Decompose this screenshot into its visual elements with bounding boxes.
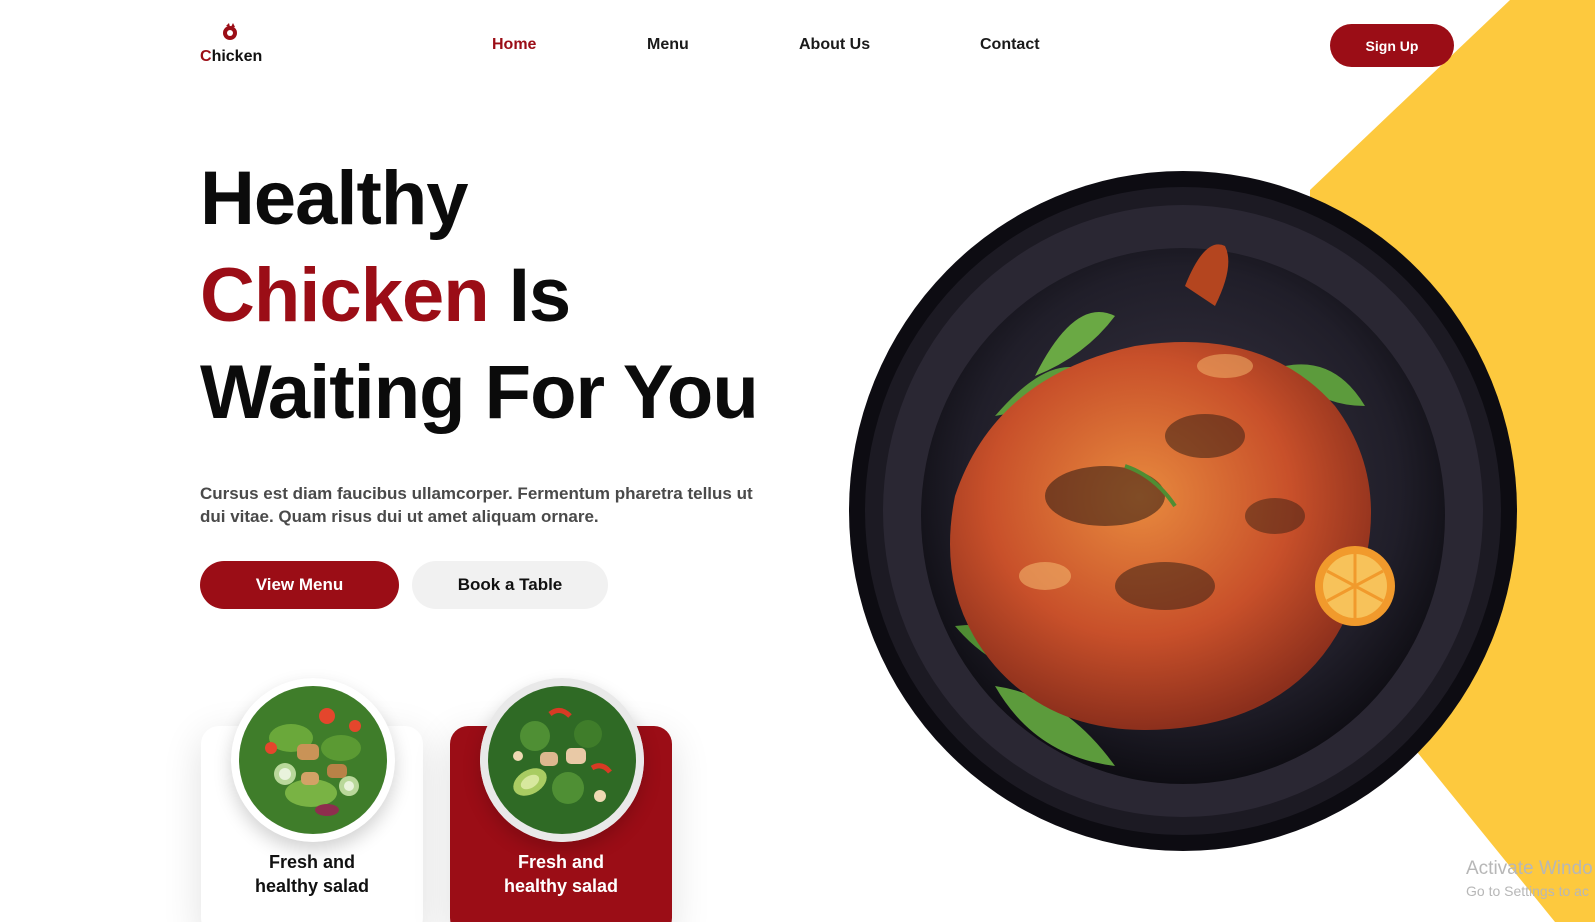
dish-card[interactable]: Fresh and healthy salad — [201, 678, 423, 922]
salad-image — [231, 678, 395, 842]
hero-title: Healthy Chicken Is Waiting For You — [200, 150, 800, 441]
roast-chicken-plate-image — [849, 171, 1517, 851]
card-title: Fresh and healthy salad — [450, 850, 672, 898]
nav-about-us[interactable]: About Us — [799, 36, 870, 54]
card-title-line2: healthy salad — [254, 876, 370, 896]
hero-title-line3: Waiting For You — [200, 350, 759, 435]
hero-heading-block: Healthy Chicken Is Waiting For You — [200, 150, 800, 441]
hero-title-line2-rest: Is — [488, 253, 571, 338]
watermark-line2: Go to Settings to ac — [1466, 883, 1589, 899]
hero-description: Cursus est diam faucibus ullamcorper. Fe… — [200, 484, 753, 526]
nav-contact[interactable]: Contact — [980, 36, 1040, 54]
windows-activation-watermark: Activate Windo Go to Settings to ac — [1466, 858, 1593, 899]
hero-title-accent: Chicken — [200, 253, 490, 338]
nav-menu[interactable]: Menu — [647, 36, 689, 54]
card-title: Fresh and healthy salad — [201, 850, 423, 898]
watermark-line1: Activate Windo — [1466, 858, 1593, 879]
sign-up-button[interactable]: Sign Up — [1330, 24, 1454, 67]
dish-card-featured[interactable]: Fresh and healthy salad — [450, 678, 672, 922]
card-title-line2: healthy salad — [503, 876, 619, 896]
card-title-line1: Fresh and — [517, 852, 605, 872]
book-table-button[interactable]: Book a Table — [412, 561, 608, 609]
view-menu-button[interactable]: View Menu — [200, 561, 399, 609]
hero-title-line1: Healthy — [200, 156, 469, 241]
nav-home[interactable]: Home — [492, 36, 536, 54]
hero-title-line2: Chicken Is — [200, 247, 800, 344]
card-title-line1: Fresh and — [268, 852, 356, 872]
salad-bowl-image — [480, 678, 644, 842]
